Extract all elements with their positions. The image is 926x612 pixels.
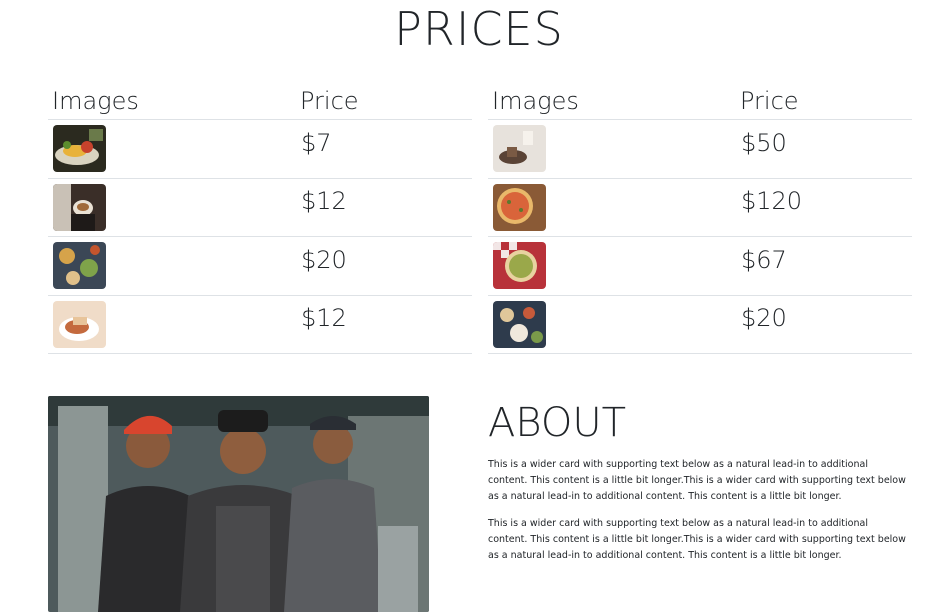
price-column-header: Price <box>740 87 799 115</box>
page: PRICES Images Price $7 $12 $20 $12 Image… <box>0 0 926 612</box>
food-table-image <box>53 242 106 290</box>
prices-title: PRICES <box>394 2 564 56</box>
price-value: $67 <box>741 245 787 274</box>
about-paragraph: This is a wider card with supporting tex… <box>488 518 906 561</box>
table-row: $12 <box>48 179 472 237</box>
coffee-cup-image <box>53 183 106 231</box>
shared-dishes-image <box>493 300 546 348</box>
table-row: $7 <box>48 120 472 179</box>
about-title: ABOUT <box>488 400 627 446</box>
price-value: $20 <box>741 304 787 333</box>
price-value: $7 <box>301 128 332 157</box>
price-table-left: Images Price $7 $12 $20 $12 <box>48 80 472 354</box>
table-row: $20 <box>48 237 472 296</box>
table-row: $67 <box>488 237 912 296</box>
about-paragraph: This is a wider card with supporting tex… <box>488 459 906 502</box>
images-column-header: Images <box>492 87 579 115</box>
price-table-right: Images Price $50 $120 $67 $20 <box>488 80 912 354</box>
price-value: $20 <box>301 245 347 274</box>
pizza-tablecloth-image <box>493 242 546 290</box>
table-row: $50 <box>488 120 912 179</box>
price-value: $120 <box>741 187 803 216</box>
table-row: $20 <box>488 296 912 354</box>
price-value: $12 <box>301 187 347 216</box>
price-column-header: Price <box>300 87 359 115</box>
price-value: $50 <box>741 128 787 157</box>
chefs-team-photo <box>48 396 429 612</box>
table-row: $12 <box>48 296 472 354</box>
cafe-table-image <box>493 125 546 173</box>
table-header: Images Price <box>48 80 472 120</box>
table-row: $120 <box>488 179 912 237</box>
price-value: $12 <box>301 304 347 333</box>
pizza-board-image <box>493 183 546 231</box>
images-column-header: Images <box>52 87 139 115</box>
food-plate-image <box>53 125 106 173</box>
dessert-plate-image <box>53 300 106 348</box>
table-header: Images Price <box>488 80 912 120</box>
